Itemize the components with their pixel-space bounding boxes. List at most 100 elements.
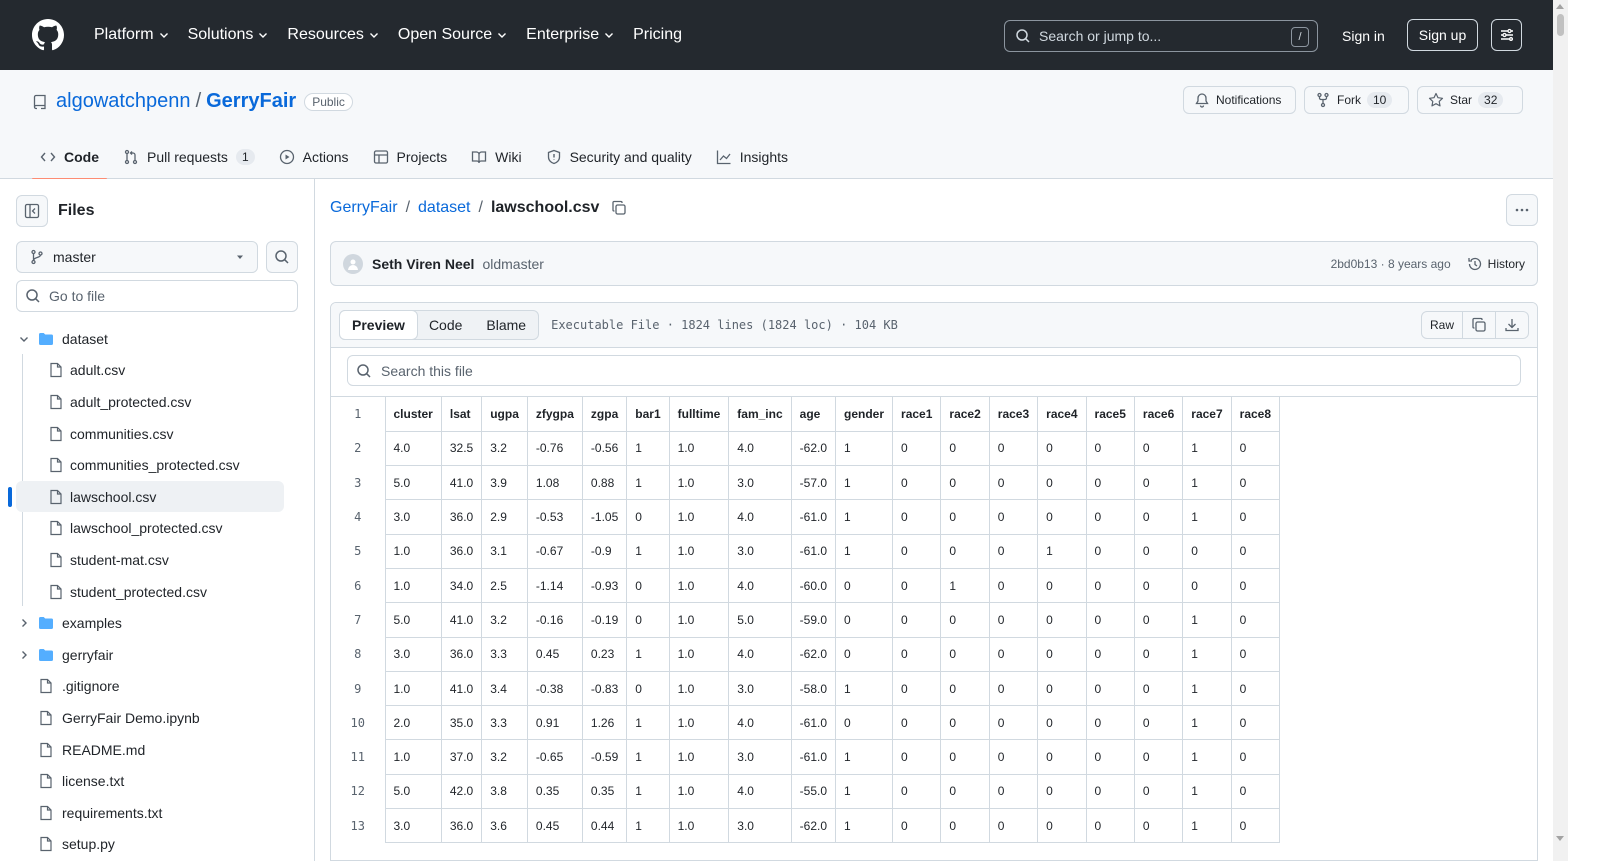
tab-security[interactable]: Security and quality [538,134,700,179]
tree-file-adult-csv[interactable]: adult.csv [0,355,314,387]
more-options-button[interactable] [1506,194,1538,226]
commit-hash-time[interactable]: 2bd0b13 · 8 years ago [1331,257,1451,271]
table-cell: 0 [940,808,990,844]
line-number[interactable]: 2 [331,431,386,466]
fork-label: Fork [1337,93,1361,107]
tab-insights[interactable]: Insights [708,134,796,179]
nav-solutions[interactable]: Solutions [180,20,278,50]
tree-file-setup[interactable]: setup.py [0,829,314,861]
pull-requests-count: 1 [235,148,255,165]
tab-wiki[interactable]: Wiki [463,134,529,179]
search-files-button[interactable] [266,241,298,273]
table-cell: 0 [1133,465,1184,501]
table-row: 2 4.0 32.5 3.2 -0.76 -0.56 1 1.0 4.0 -62.0 1 0 0 0 0 0 0… [331,430,1281,467]
page-scrollbar[interactable] [1553,0,1568,861]
line-number[interactable]: 13 [331,808,386,843]
sign-up-button[interactable]: Sign up [1407,19,1478,51]
tab-projects[interactable]: Projects [365,134,456,179]
tree-file-gitignore[interactable]: .gitignore [0,671,314,703]
avatar[interactable] [343,253,363,274]
repo-owner-link[interactable]: algowatchpenn [56,90,191,113]
github-logo-icon[interactable] [32,19,64,51]
table-cell: 1 [1182,773,1232,810]
table-cell: 0.91 [526,705,583,741]
collapse-sidebar-button[interactable] [16,195,48,227]
notifications-button[interactable]: Notifications [1183,86,1296,114]
table-cell: 0 [1133,636,1184,672]
tab-preview[interactable]: Preview [339,310,418,340]
tree-file-readme[interactable]: README.md [0,734,314,766]
tree-folder-gerryfair[interactable]: gerryfair [0,639,314,671]
tab-blame[interactable]: Blame [474,311,538,339]
line-number[interactable]: 10 [331,705,386,740]
tree-folder-dataset[interactable]: dataset [0,323,314,355]
nav-open-source[interactable]: Open Source [390,20,516,50]
history-button[interactable]: History [1467,256,1525,272]
tab-actions[interactable]: Actions [271,134,357,179]
tab-code[interactable]: Code [32,134,107,180]
tab-pull-requests[interactable]: Pull requests 1 [115,134,263,179]
csv-body: 2 4.0 32.5 3.2 -0.76 -0.56 1 1.0 4.0 -62.0 1 0 0 0 0 0 0… [331,430,1281,844]
commit-author-link[interactable]: Seth Viren Neel [372,256,474,272]
nav-pricing[interactable]: Pricing [625,20,690,50]
breadcrumb-dir-link[interactable]: dataset [418,199,470,217]
branch-selector[interactable]: master [16,241,258,273]
scroll-up-arrow-icon[interactable] [1556,4,1564,9]
table-cell: 0 [940,636,990,672]
tab-code-view[interactable]: Code [417,311,474,339]
tree-file-communities-protected-csv[interactable]: communities_protected.csv [0,449,314,481]
column-header: ugpa [481,397,528,432]
line-number[interactable]: 5 [331,534,386,569]
tree-file-lawschool-protected-csv[interactable]: lawschool_protected.csv [0,513,314,545]
tree-file-requirements[interactable]: requirements.txt [0,797,314,829]
commit-message-link[interactable]: oldmaster [482,256,543,272]
graph-icon [716,150,731,164]
nav-platform[interactable]: Platform [86,20,178,50]
line-number[interactable]: 4 [331,499,386,535]
chevron-down-icon [20,336,28,342]
line-number[interactable]: 8 [331,637,386,672]
table-cell: 1 [1182,705,1232,741]
copy-path-button[interactable] [611,200,627,216]
tree-file-adult-protected-csv[interactable]: adult_protected.csv [0,386,314,418]
table-cell: -0.76 [526,430,583,467]
table-cell: -1.14 [526,567,583,604]
sign-in-link[interactable]: Sign in [1330,20,1397,52]
scroll-thumb[interactable] [1557,14,1564,36]
line-number[interactable]: 12 [331,774,386,809]
line-number[interactable]: 7 [331,602,386,638]
line-number[interactable]: 1 [331,397,386,432]
go-to-file-input[interactable]: Go to file [16,280,298,312]
table-cell: 1.0 [668,602,730,638]
tree-file-student-protected-csv[interactable]: student_protected.csv [0,576,314,608]
download-button[interactable] [1495,312,1528,338]
repo-name-link[interactable]: GerryFair [206,90,296,113]
file-icon [40,837,52,852]
column-header: age [790,397,837,432]
breadcrumb-separator: / [405,199,411,216]
file-icon [40,805,52,820]
header-menu-button[interactable] [1491,19,1522,51]
line-number[interactable]: 9 [331,671,386,706]
scroll-down-arrow-icon[interactable] [1556,836,1564,841]
breadcrumb-repo-link[interactable]: GerryFair [330,199,398,217]
tree-folder-examples[interactable]: examples [0,607,314,639]
nav-enterprise[interactable]: Enterprise [518,20,623,50]
star-button[interactable]: Star 32 [1417,86,1523,114]
raw-button[interactable]: Raw [1422,312,1462,338]
search-this-file-input[interactable]: Search this file [347,355,1521,386]
table-cell: -62.0 [790,430,837,467]
nav-resources[interactable]: Resources [279,20,387,50]
fork-button[interactable]: Fork 10 [1304,86,1409,114]
copy-raw-button[interactable] [1462,312,1495,338]
line-number[interactable]: 6 [331,568,386,603]
global-search-input[interactable]: Search or jump to... / [1004,20,1318,52]
line-number[interactable]: 11 [331,739,386,775]
tree-file-student-mat-csv[interactable]: student-mat.csv [0,544,314,576]
tree-file-lawschool-csv[interactable]: lawschool.csv [0,480,314,513]
line-number[interactable]: 3 [331,465,386,500]
table-cell: 0.45 [526,636,583,672]
tree-file-communities-csv[interactable]: communities.csv [0,418,314,450]
tree-file-demo-notebook[interactable]: GerryFair Demo.ipynb [0,702,314,734]
tree-file-license[interactable]: license.txt [0,765,314,797]
